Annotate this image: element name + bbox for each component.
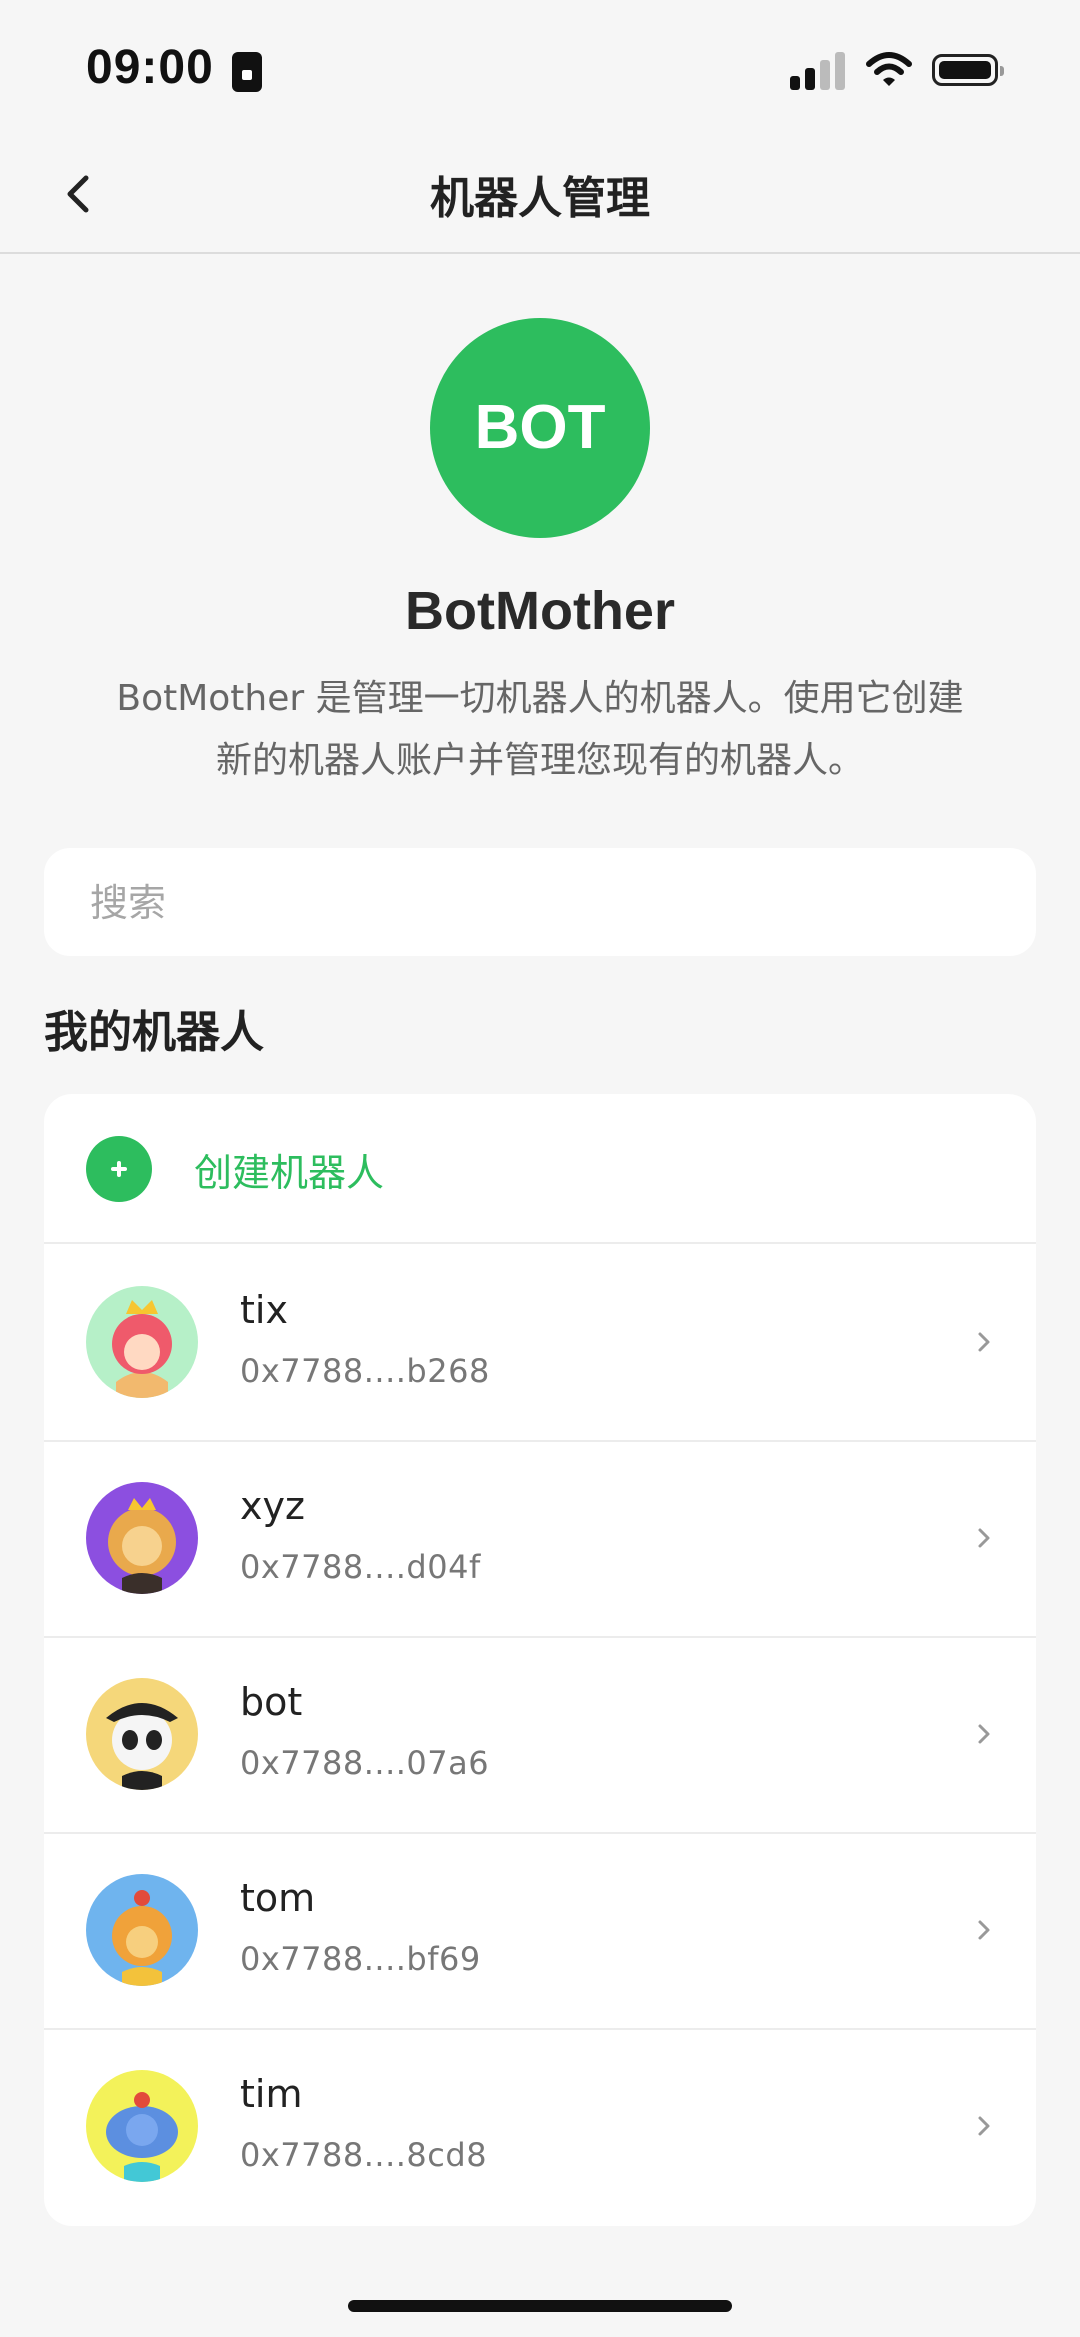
avatar bbox=[86, 2070, 198, 2182]
create-bot-label: 创建机器人 bbox=[194, 1151, 385, 1195]
bot-address: 0x7788....bf69 bbox=[240, 1940, 481, 1978]
bot-logo-text: BOT bbox=[474, 393, 606, 462]
sim-card-icon bbox=[232, 52, 262, 92]
avatar bbox=[86, 1482, 198, 1594]
bot-name-label: bot bbox=[240, 1680, 303, 1724]
bot-list-item[interactable]: bot 0x7788....07a6 bbox=[44, 1636, 1036, 1834]
bot-name-label: tix bbox=[240, 1288, 288, 1332]
chevron-right-icon bbox=[978, 1332, 990, 1352]
page-title: 机器人管理 bbox=[430, 173, 650, 224]
bot-address: 0x7788....d04f bbox=[240, 1548, 481, 1586]
bot-logo: BOT bbox=[430, 318, 650, 538]
avatar bbox=[86, 1678, 198, 1790]
bot-name-label: tim bbox=[240, 2072, 303, 2116]
search-box[interactable] bbox=[44, 848, 1036, 958]
bot-list-item[interactable]: tix 0x7788....b268 bbox=[44, 1244, 1036, 1442]
avatar bbox=[86, 1286, 198, 1398]
avatar bbox=[86, 1874, 198, 1986]
bot-address: 0x7788....07a6 bbox=[240, 1744, 490, 1782]
search-input[interactable] bbox=[88, 848, 992, 958]
battery-icon bbox=[932, 54, 1004, 86]
chevron-right-icon bbox=[978, 1528, 990, 1548]
chevron-right-icon bbox=[978, 2116, 990, 2136]
chevron-right-icon bbox=[978, 1920, 990, 1940]
bot-list-card: 创建机器人 tix 0x7788....b268 xyz 0x7788....d… bbox=[44, 1094, 1036, 2226]
bot-address: 0x7788....b268 bbox=[240, 1352, 490, 1390]
section-title: 我的机器人 bbox=[44, 1007, 264, 1058]
bot-name-label: tom bbox=[240, 1876, 316, 1920]
plus-icon bbox=[86, 1136, 152, 1202]
bot-name: BotMother bbox=[405, 581, 675, 641]
bot-list-item[interactable]: xyz 0x7788....d04f bbox=[44, 1440, 1036, 1638]
bot-address: 0x7788....8cd8 bbox=[240, 2136, 488, 2174]
status-time: 09:00 bbox=[86, 41, 214, 94]
nav-bar: 机器人管理 bbox=[0, 140, 1080, 254]
bot-description: BotMother 是管理一切机器人的机器人。使用它创建新的机器人账户并管理您现… bbox=[116, 678, 964, 781]
bot-list-item[interactable]: tim 0x7788....8cd8 bbox=[44, 2028, 1036, 2224]
chevron-right-icon bbox=[978, 1724, 990, 1744]
create-bot-button[interactable]: 创建机器人 bbox=[44, 1094, 1036, 1244]
home-indicator[interactable] bbox=[348, 2300, 732, 2312]
status-bar: 09:00 bbox=[0, 0, 1080, 140]
bot-name-label: xyz bbox=[240, 1484, 305, 1528]
cellular-signal-icon bbox=[790, 52, 846, 90]
bot-list-item[interactable]: tom 0x7788....bf69 bbox=[44, 1832, 1036, 2030]
wifi-icon bbox=[866, 52, 912, 86]
